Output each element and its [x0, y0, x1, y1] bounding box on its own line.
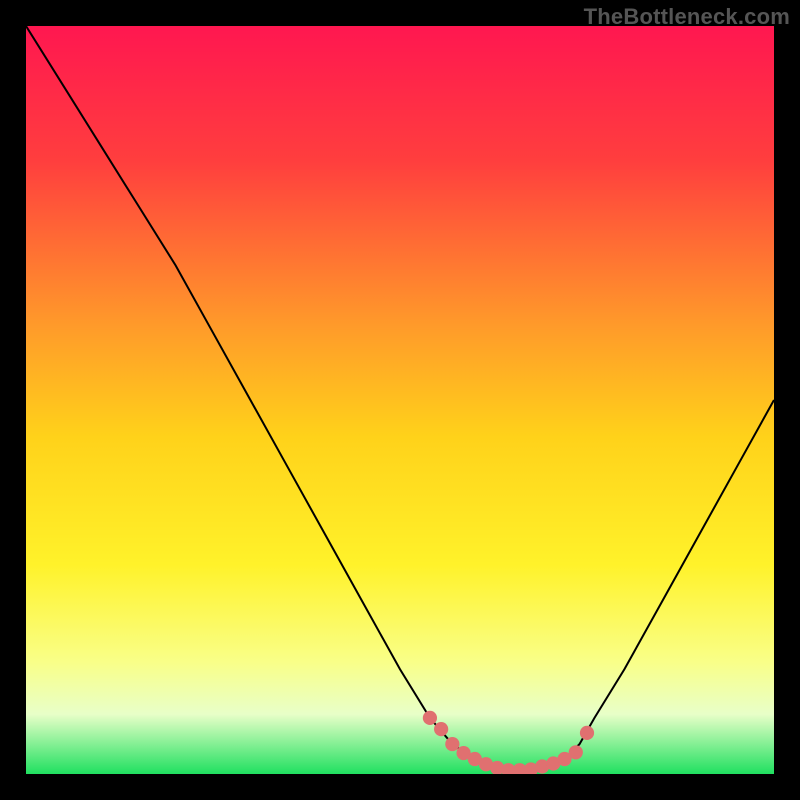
highlight-dot — [580, 726, 594, 740]
highlight-dot — [434, 722, 448, 736]
plot-area — [26, 26, 774, 774]
plot-background — [26, 26, 774, 774]
highlight-dot — [445, 737, 459, 751]
watermark-text: TheBottleneck.com — [584, 4, 790, 30]
chart-frame: TheBottleneck.com — [0, 0, 800, 800]
chart-svg — [26, 26, 774, 774]
highlight-dot — [423, 711, 437, 725]
highlight-dot — [569, 745, 583, 759]
